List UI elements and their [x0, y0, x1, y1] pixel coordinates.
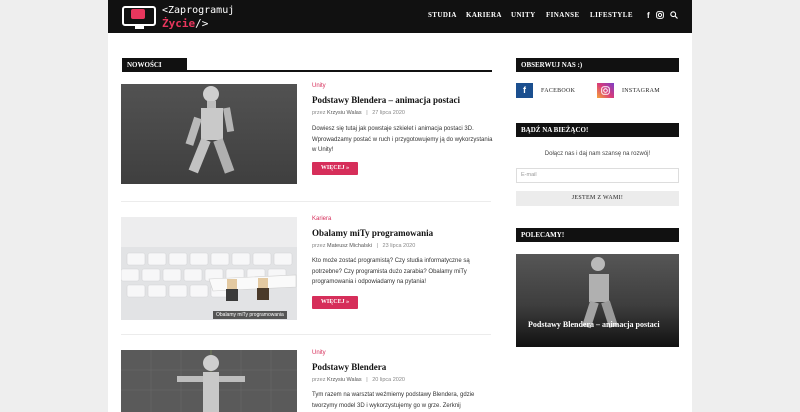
- recommended-post-card[interactable]: Podstawy Blendera – animacja postaci: [516, 254, 679, 347]
- recommended-post-title[interactable]: Podstawy Blendera – animacja postaci: [528, 320, 668, 330]
- nav-unity[interactable]: UNITY: [511, 11, 536, 19]
- post-thumbnail[interactable]: [121, 84, 297, 184]
- post-excerpt: Dowiesz się tutaj jak powstaje szkielet …: [312, 126, 493, 153]
- post-author: Krzysiu Walas: [326, 110, 362, 116]
- post-title[interactable]: Podstawy Blendera – animacja postaci: [312, 95, 460, 105]
- post-date: 23 lipca 2020: [382, 243, 416, 249]
- post-category[interactable]: Kariera: [312, 216, 331, 222]
- post-excerpt: Kto może zostać programistą? Czy studia …: [312, 258, 470, 285]
- instagram-icon[interactable]: [656, 11, 664, 21]
- post-thumbnail[interactable]: [121, 217, 297, 320]
- post-meta: przez Mateusz Michalski | 23 lipca 2020: [312, 243, 416, 249]
- post-meta: przez Krzysiu Walas | 20 lipca 2020: [312, 377, 405, 383]
- read-more-button[interactable]: WIĘCEJ »: [312, 296, 358, 309]
- post-category[interactable]: Unity: [312, 83, 326, 89]
- post-author: Mateusz Michalski: [326, 243, 372, 249]
- logo-text-line1: <Zaprogramuj: [162, 5, 235, 16]
- site-logo[interactable]: <Zaprogramuj Życie/>: [122, 5, 240, 30]
- post-title[interactable]: Podstawy Blendera: [312, 362, 386, 372]
- newsletter-text: Dołącz nas i daj nam szansę na rozwój!: [544, 151, 651, 157]
- nav-kariera[interactable]: KARIERA: [466, 11, 502, 19]
- facebook-icon[interactable]: f: [647, 11, 650, 20]
- widget-title-newsletter: BĄDŹ NA BIEŻĄCO!: [516, 123, 679, 137]
- instagram-icon[interactable]: [597, 83, 614, 98]
- email-input[interactable]: E-mail: [516, 168, 679, 183]
- facebook-link[interactable]: FACEBOOK: [541, 88, 575, 94]
- post-title[interactable]: Obalamy miTy programowania: [312, 228, 433, 238]
- instagram-link[interactable]: INSTAGRAM: [622, 88, 660, 94]
- section-title-line: [122, 70, 492, 72]
- logo-text-line2: Życie/>: [162, 17, 209, 30]
- search-icon[interactable]: [670, 11, 678, 21]
- subscribe-button[interactable]: JESTEM Z WAMI!: [516, 191, 679, 206]
- facebook-icon[interactable]: f: [516, 83, 533, 98]
- nav-lifestyle[interactable]: LIFESTYLE: [590, 11, 633, 19]
- nav-finanse[interactable]: FINANSE: [546, 11, 580, 19]
- page-margin-left: [0, 0, 108, 412]
- page-margin-right: [692, 0, 800, 412]
- read-more-button[interactable]: WIĘCEJ »: [312, 162, 358, 175]
- image-caption: Obalamy miTy programowania: [213, 311, 287, 319]
- post-thumbnail[interactable]: [121, 350, 297, 412]
- post-author: Krzysiu Walas: [326, 377, 362, 383]
- post-divider: [121, 201, 491, 202]
- post-meta: przez Krzysiu Walas | 27 lipca 2020: [312, 110, 405, 116]
- monitor-stand: [135, 26, 144, 29]
- post-date: 27 lipca 2020: [372, 110, 405, 116]
- widget-title-recommended: POLECAMY!: [516, 228, 679, 242]
- post-excerpt: Tym razem na warsztat weźmiemy podstawy …: [312, 392, 475, 409]
- widget-title-follow: OBSERWUJ NAS :): [516, 58, 679, 72]
- post-date: 20 lipca 2020: [372, 377, 405, 383]
- post-category[interactable]: Unity: [312, 350, 326, 356]
- heart-pulse-icon: [131, 9, 145, 19]
- post-divider: [121, 334, 491, 335]
- nav-studia[interactable]: STUDIA: [428, 11, 457, 19]
